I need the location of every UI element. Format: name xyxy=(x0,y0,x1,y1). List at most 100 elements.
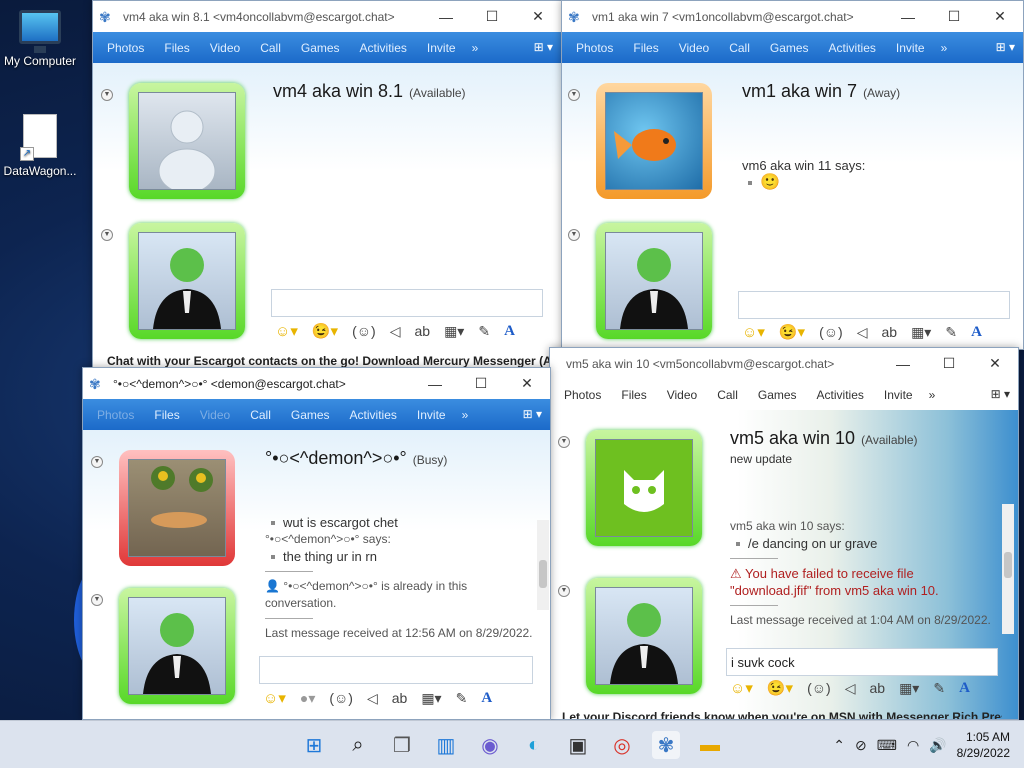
menu-call[interactable]: Call xyxy=(240,408,281,422)
maximize-button[interactable]: ☐ xyxy=(458,368,504,399)
more-menu-icon[interactable]: » xyxy=(935,41,954,55)
title-bar[interactable]: ✾ °•○<^demon^>○•° <demon@escargot.chat> … xyxy=(83,368,550,399)
maximize-button[interactable]: ☐ xyxy=(469,1,515,32)
clock[interactable]: 1:05 AM 8/29/2022 xyxy=(957,729,1010,761)
chat-icon[interactable]: ◉ xyxy=(476,731,504,759)
maximize-button[interactable]: ☐ xyxy=(926,348,972,379)
voice-clip-icon[interactable]: ◁ xyxy=(857,324,868,341)
collapse-icon[interactable]: ▼ xyxy=(91,456,103,468)
close-button[interactable]: ✕ xyxy=(977,1,1023,32)
wink-icon[interactable]: 😉▾ xyxy=(312,322,338,340)
tools-menu-icon[interactable]: ⊞ ▾ xyxy=(991,387,1010,401)
handwriting-icon[interactable]: ✎ xyxy=(945,324,957,341)
menu-call[interactable]: Call xyxy=(250,41,291,55)
collapse-icon[interactable]: ▼ xyxy=(568,89,580,101)
spell-check-icon[interactable]: ab xyxy=(392,690,408,706)
menu-video[interactable]: Video xyxy=(200,41,250,55)
chat-scrollbar[interactable] xyxy=(1002,504,1014,634)
collapse-icon[interactable]: ▼ xyxy=(558,585,570,597)
collapse-icon[interactable]: ▼ xyxy=(101,229,113,241)
chrome-icon[interactable]: ◎ xyxy=(608,731,636,759)
wink-icon[interactable]: ●▾ xyxy=(300,690,315,707)
menu-call[interactable]: Call xyxy=(719,41,760,55)
menu-invite[interactable]: Invite xyxy=(886,41,935,55)
own-display-picture[interactable] xyxy=(119,588,235,704)
background-icon[interactable]: ▦▾ xyxy=(421,690,441,707)
keyboard-icon[interactable]: ⌨ xyxy=(877,737,897,754)
handwriting-icon[interactable]: ✎ xyxy=(933,680,945,697)
font-icon[interactable]: A xyxy=(481,690,492,707)
collapse-icon[interactable]: ▼ xyxy=(91,594,103,606)
emoticon-icon[interactable]: ☺▾ xyxy=(263,689,286,707)
ad-banner[interactable]: Let your Discord friends know when you'r… xyxy=(562,710,1002,719)
handwriting-icon[interactable]: ✎ xyxy=(456,690,468,707)
handwriting-icon[interactable]: ✎ xyxy=(478,323,490,340)
chat-scrollbar[interactable] xyxy=(537,520,549,610)
menu-photos[interactable]: Photos xyxy=(87,408,144,422)
message-input[interactable] xyxy=(271,289,543,317)
file-explorer-icon[interactable]: ▬ xyxy=(696,731,724,759)
font-icon[interactable]: A xyxy=(959,680,970,697)
menu-games[interactable]: Games xyxy=(291,41,350,55)
desktop-icon-datawagon[interactable]: ↗ DataWagon... xyxy=(0,114,80,178)
widgets-icon[interactable]: ▥ xyxy=(432,731,460,759)
nudge-icon[interactable]: (☺) xyxy=(819,324,843,340)
menu-files[interactable]: Files xyxy=(611,388,656,402)
edge-icon[interactable]: ◐ xyxy=(520,731,548,759)
task-view-icon[interactable]: ❐ xyxy=(388,731,416,759)
nudge-icon[interactable]: (☺) xyxy=(807,680,831,696)
emoticon-icon[interactable]: ☺▾ xyxy=(730,679,753,697)
store-icon[interactable]: ▣ xyxy=(564,731,592,759)
close-button[interactable]: ✕ xyxy=(515,1,561,32)
contact-display-picture[interactable] xyxy=(119,450,235,566)
tools-menu-icon[interactable]: ⊞ ▾ xyxy=(534,40,553,54)
menu-photos[interactable]: Photos xyxy=(97,41,154,55)
menu-invite[interactable]: Invite xyxy=(407,408,456,422)
chevron-up-icon[interactable]: ⌃ xyxy=(833,737,845,754)
background-icon[interactable]: ▦▾ xyxy=(444,323,464,340)
own-display-picture[interactable] xyxy=(129,223,245,339)
font-icon[interactable]: A xyxy=(504,323,515,340)
menu-files[interactable]: Files xyxy=(154,41,199,55)
emoticon-icon[interactable]: ☺▾ xyxy=(742,323,765,341)
voice-clip-icon[interactable]: ◁ xyxy=(367,690,378,707)
wink-icon[interactable]: 😉▾ xyxy=(779,323,805,341)
tools-menu-icon[interactable]: ⊞ ▾ xyxy=(523,407,542,421)
menu-invite[interactable]: Invite xyxy=(417,41,466,55)
collapse-icon[interactable]: ▼ xyxy=(101,89,113,101)
close-button[interactable]: ✕ xyxy=(504,368,550,399)
desktop-icon-my-computer[interactable]: My Computer xyxy=(0,10,80,68)
spell-check-icon[interactable]: ab xyxy=(414,323,430,339)
message-input[interactable]: i suvk cock xyxy=(726,648,998,676)
minimize-button[interactable]: — xyxy=(885,1,931,32)
menu-video[interactable]: Video xyxy=(657,388,707,402)
maximize-button[interactable]: ☐ xyxy=(931,1,977,32)
ad-banner[interactable]: Chat with your Escargot contacts on the … xyxy=(107,354,551,368)
title-bar[interactable]: ✾ vm1 aka win 7 <vm1oncollabvm@escargot.… xyxy=(562,1,1023,32)
menu-call[interactable]: Call xyxy=(707,388,748,402)
menu-photos[interactable]: Photos xyxy=(554,388,611,402)
nudge-icon[interactable]: (☺) xyxy=(329,690,353,706)
background-icon[interactable]: ▦▾ xyxy=(911,324,931,341)
voice-clip-icon[interactable]: ◁ xyxy=(390,323,401,340)
message-input[interactable] xyxy=(738,291,1010,319)
more-menu-icon[interactable]: » xyxy=(456,408,475,422)
messenger-taskbar-icon[interactable]: ✾ xyxy=(652,731,680,759)
own-display-picture[interactable] xyxy=(596,223,712,339)
wink-icon[interactable]: 😉▾ xyxy=(767,679,793,697)
title-bar[interactable]: vm5 aka win 10 <vm5oncollabvm@escargot.c… xyxy=(550,348,1018,379)
spell-check-icon[interactable]: ab xyxy=(881,324,897,340)
search-icon[interactable]: ⌕ xyxy=(344,731,372,759)
network-icon[interactable]: ⊘ xyxy=(855,737,867,754)
minimize-button[interactable]: — xyxy=(412,368,458,399)
background-icon[interactable]: ▦▾ xyxy=(899,680,919,697)
menu-activities[interactable]: Activities xyxy=(350,41,417,55)
voice-clip-icon[interactable]: ◁ xyxy=(845,680,856,697)
menu-video[interactable]: Video xyxy=(190,408,240,422)
tools-menu-icon[interactable]: ⊞ ▾ xyxy=(996,40,1015,54)
wifi-icon[interactable]: ◠ xyxy=(907,737,919,754)
menu-files[interactable]: Files xyxy=(144,408,189,422)
collapse-icon[interactable]: ▼ xyxy=(558,436,570,448)
nudge-icon[interactable]: (☺) xyxy=(352,323,376,339)
menu-activities[interactable]: Activities xyxy=(819,41,886,55)
